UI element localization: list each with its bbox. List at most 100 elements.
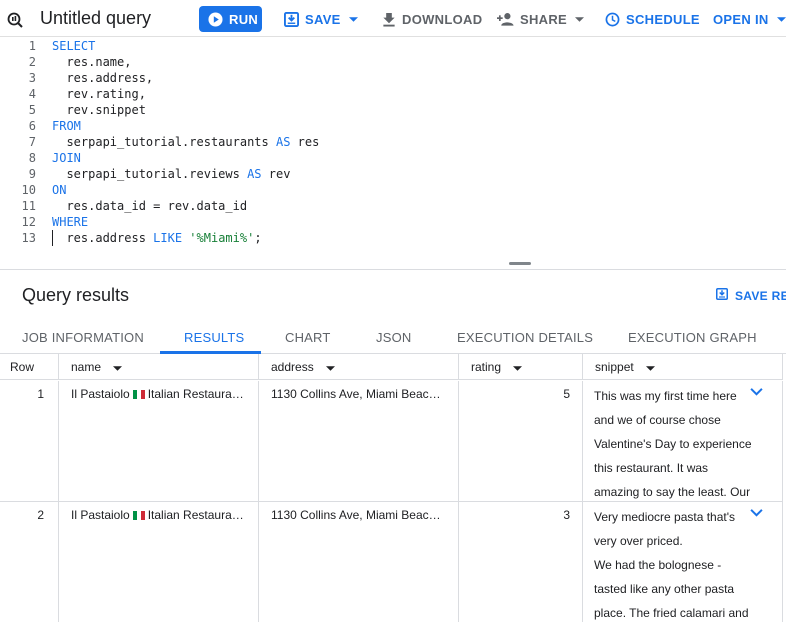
code-line[interactable]: 11 res.data_id = rev.data_id xyxy=(0,198,786,214)
code-text: rev.snippet xyxy=(52,103,146,117)
line-number: 9 xyxy=(28,167,36,181)
tab-execution-graph[interactable]: EXECUTION GRAPH xyxy=(628,330,757,345)
sql-keyword: WHERE xyxy=(52,215,89,229)
tab-results[interactable]: RESULTS xyxy=(184,330,244,345)
results-tabs: JOB INFORMATION RESULTS CHART JSON EXECU… xyxy=(0,321,786,354)
line-number: 2 xyxy=(28,55,36,69)
query-title[interactable]: Untitled query xyxy=(40,8,151,29)
sql-text: res.data_id = rev.data_id xyxy=(52,199,248,213)
sort-dropdown-icon[interactable] xyxy=(645,360,655,374)
name-part: Il Pastaiolo xyxy=(71,387,130,401)
schedule-button[interactable]: SCHEDULE xyxy=(605,6,700,32)
sql-text: res xyxy=(290,135,320,149)
code-line[interactable]: 10 ON xyxy=(0,182,786,198)
sort-dropdown-icon[interactable] xyxy=(113,360,123,374)
italy-flag-icon xyxy=(132,390,145,399)
address-value: 1130 Collins Ave, Miami Beach,… xyxy=(271,387,447,401)
editor-resize-handle[interactable] xyxy=(509,262,531,265)
sql-text: rev.snippet xyxy=(52,103,146,117)
column-header-address[interactable]: address xyxy=(259,354,459,380)
sql-keyword: AS xyxy=(247,167,262,181)
snippet-cell[interactable]: Very mediocre pasta that's very over pri… xyxy=(583,502,783,622)
code-text: FROM xyxy=(52,119,81,133)
tab-json[interactable]: JSON xyxy=(376,330,411,345)
name-cell[interactable]: Il Pastaiolo Italian Restauran… xyxy=(59,381,259,502)
address-cell[interactable]: 1130 Collins Ave, Miami Beach,… xyxy=(259,381,459,502)
column-header-label: Row xyxy=(10,359,35,374)
code-line[interactable]: 9 serpapi_tutorial.reviews AS rev xyxy=(0,166,786,182)
share-button[interactable]: SHARE xyxy=(497,6,585,32)
download-icon xyxy=(382,12,396,27)
code-line[interactable]: 12 WHERE xyxy=(0,214,786,230)
expand-chevron-icon[interactable] xyxy=(749,385,764,399)
code-line[interactable]: 13 res.address LIKE '%Miami%'; xyxy=(0,230,786,246)
tab-job-information[interactable]: JOB INFORMATION xyxy=(22,330,144,345)
row-number: 1 xyxy=(37,387,44,401)
sql-keyword: SELECT xyxy=(52,39,96,53)
line-number: 10 xyxy=(21,183,36,197)
snippet-paragraph: We had the bolognese - tasted like any o… xyxy=(594,558,749,620)
address-value: 1130 Collins Ave, Miami Beach,… xyxy=(271,508,447,522)
code-line[interactable]: 6 FROM xyxy=(0,118,786,134)
italy-flag-icon xyxy=(132,511,145,520)
tab-execution-details[interactable]: EXECUTION DETAILS xyxy=(457,330,593,345)
column-header-name[interactable]: name xyxy=(59,354,259,380)
code-line[interactable]: 1 SELECT xyxy=(0,38,786,54)
download-button[interactable]: DOWNLOAD xyxy=(382,6,482,32)
code-line[interactable]: 4 rev.rating, xyxy=(0,86,786,102)
download-label: DOWNLOAD xyxy=(402,11,483,27)
row-number: 2 xyxy=(37,508,44,522)
line-number: 1 xyxy=(28,39,36,53)
line-number: 3 xyxy=(28,71,36,85)
name-part: Il Pastaiolo xyxy=(71,508,130,522)
save-results-button[interactable]: SAVE RE xyxy=(716,288,786,303)
snippet-cell[interactable]: This was my first time here and we of co… xyxy=(583,381,783,502)
rating-value: 3 xyxy=(563,508,570,522)
code-text: rev.rating, xyxy=(52,87,145,101)
rating-cell[interactable]: 5 xyxy=(459,381,583,502)
sql-text: res.address, xyxy=(52,71,154,85)
query-results-title: Query results xyxy=(22,285,130,305)
sql-editor[interactable]: 1 SELECT 2 res.name, 3 res.address, 4 rev.ra… xyxy=(0,37,786,269)
code-line[interactable]: 2 res.name, xyxy=(0,54,786,70)
name-part: Italian Restauran… xyxy=(147,387,249,401)
save-button[interactable]: SAVE xyxy=(284,6,358,32)
name-cell[interactable]: Il Pastaiolo Italian Restauran… xyxy=(59,502,259,622)
code-text: JOIN xyxy=(52,151,81,165)
save-icon xyxy=(716,288,728,303)
run-button[interactable]: RUN xyxy=(199,6,262,32)
code-line[interactable]: 7 serpapi_tutorial.restaurants AS res xyxy=(0,134,786,150)
sort-dropdown-icon[interactable] xyxy=(325,360,335,374)
code-line[interactable]: 5 rev.snippet xyxy=(0,102,786,118)
code-line[interactable]: 3 res.address, xyxy=(0,70,786,86)
expand-chevron-icon[interactable] xyxy=(749,506,764,520)
tab-chart[interactable]: CHART xyxy=(285,330,331,345)
column-header-row: Row xyxy=(0,354,59,380)
rating-value: 5 xyxy=(563,387,570,401)
code-line[interactable]: 8 JOIN xyxy=(0,150,786,166)
sql-keyword: AS xyxy=(275,135,291,149)
name-value: Il Pastaiolo Italian Restauran… xyxy=(71,387,249,401)
line-number: 11 xyxy=(21,199,36,213)
column-header-rating[interactable]: rating xyxy=(459,354,583,380)
sql-text: serpapi_tutorial.reviews xyxy=(52,167,248,181)
sql-text: serpapi_tutorial.restaurants xyxy=(52,135,276,149)
code-text: res.address LIKE '%Miami%'; xyxy=(52,231,261,245)
sql-text: res.name, xyxy=(52,55,132,69)
schedule-label: SCHEDULE xyxy=(626,11,700,27)
column-header-label: address xyxy=(271,359,314,374)
sort-dropdown-icon[interactable] xyxy=(513,360,523,374)
results-table: Row name address rating snippet 1 Il Pas… xyxy=(0,354,786,622)
address-cell[interactable]: 1130 Collins Ave, Miami Beach,… xyxy=(259,502,459,622)
sql-keyword: FROM xyxy=(52,119,81,133)
save-icon xyxy=(284,11,299,27)
column-header-snippet[interactable]: snippet xyxy=(583,354,783,380)
sql-keyword: JOIN xyxy=(52,151,81,165)
open-in-button[interactable]: OPEN IN xyxy=(713,6,786,32)
code-text: res.address, xyxy=(52,71,153,85)
rating-cell[interactable]: 3 xyxy=(459,502,583,622)
line-number: 12 xyxy=(21,215,36,229)
play-icon xyxy=(208,11,223,27)
run-label: RUN xyxy=(229,11,259,27)
line-number: 8 xyxy=(28,151,36,165)
